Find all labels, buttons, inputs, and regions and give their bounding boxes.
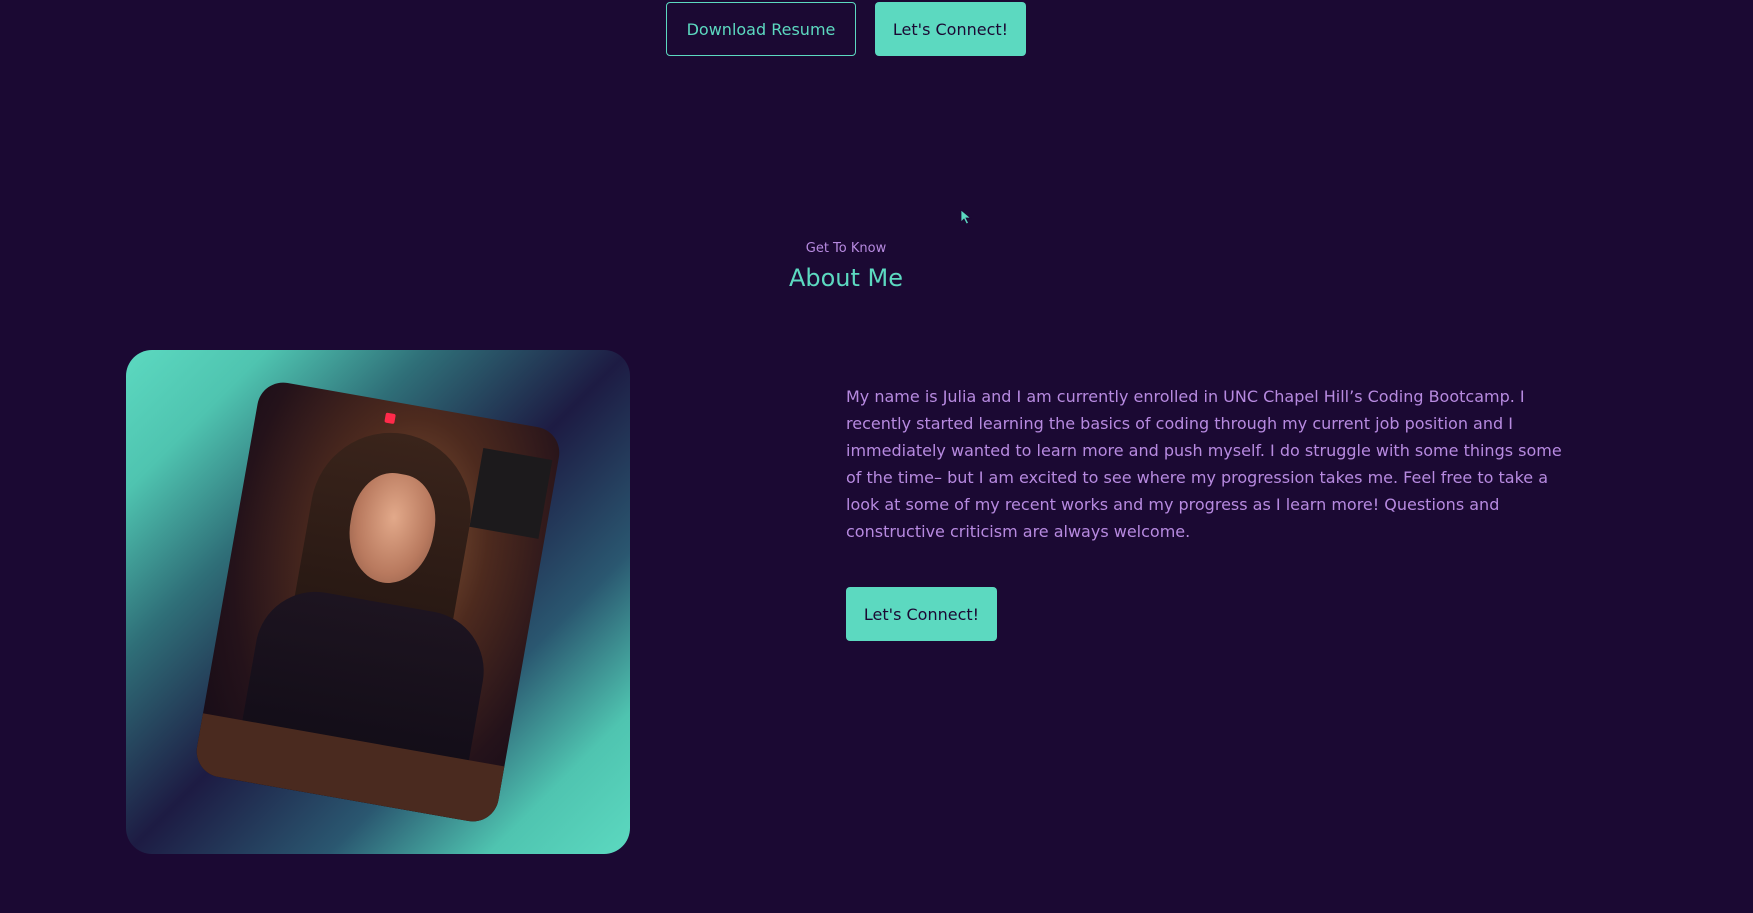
profile-photo-frame xyxy=(126,350,630,854)
about-bio: My name is Julia and I am currently enro… xyxy=(846,387,1562,541)
about-subtitle: Get To Know xyxy=(805,241,887,256)
photo-background-light xyxy=(384,412,396,425)
about-lets-connect-button[interactable]: Let's Connect! xyxy=(846,587,997,641)
page: Download Resume Let's Connect! Get To Kn… xyxy=(0,0,1753,913)
download-resume-button[interactable]: Download Resume xyxy=(666,2,856,56)
photo-background-board xyxy=(469,447,553,539)
lets-connect-button[interactable]: Let's Connect! xyxy=(875,2,1026,56)
about-title: About Me xyxy=(788,264,904,292)
mouse-cursor-icon xyxy=(960,209,972,225)
profile-photo xyxy=(192,378,564,826)
hero-actions: Download Resume Let's Connect! xyxy=(666,2,1026,56)
